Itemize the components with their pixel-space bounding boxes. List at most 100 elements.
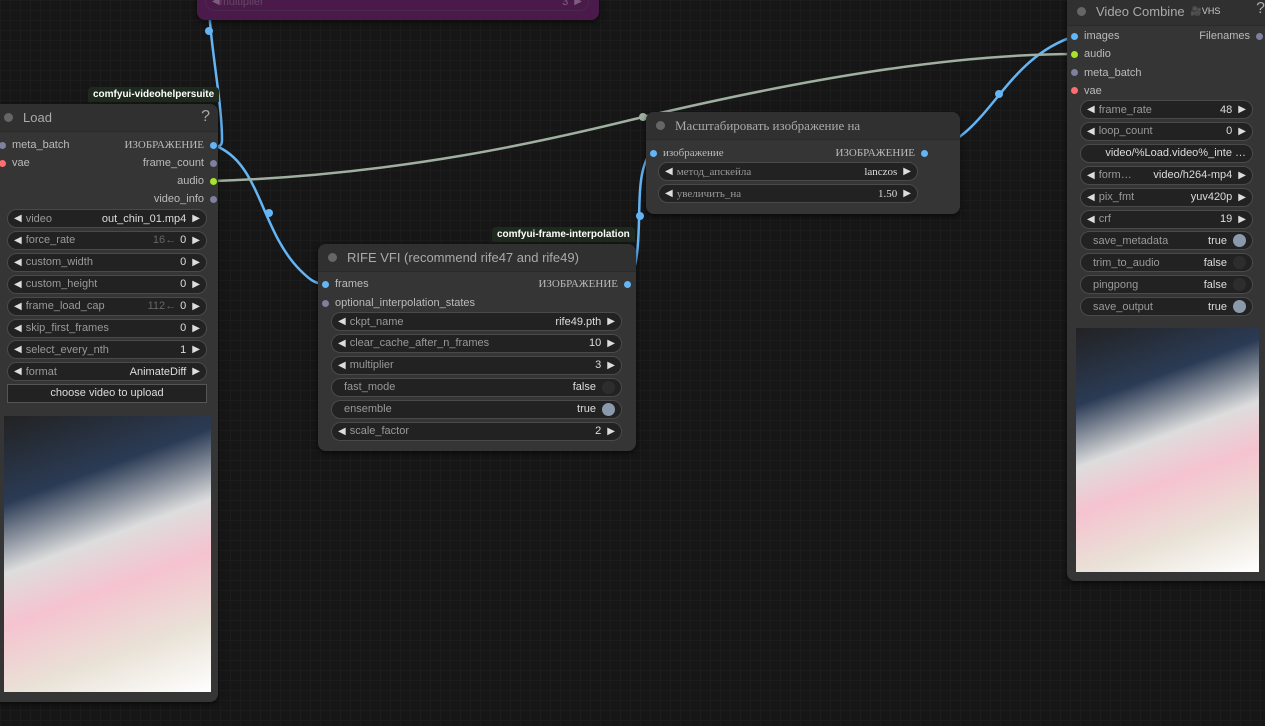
- widget-select_every_nth[interactable]: ◀ select_every_nth 1 ▶: [7, 340, 207, 360]
- increment-arrow-icon[interactable]: ▶: [192, 235, 200, 246]
- decrement-arrow-icon[interactable]: ◀: [14, 323, 22, 334]
- decrement-arrow-icon[interactable]: ◀: [14, 344, 22, 355]
- input-slot-vae[interactable]: vae: [1071, 82, 1102, 100]
- widget-pix_fmt[interactable]: ◀ pix_fmt yuv420p ▶: [1080, 187, 1253, 207]
- widget-pingpong[interactable]: pingpong false: [1080, 275, 1253, 295]
- slot-dot[interactable]: [210, 141, 217, 149]
- widget-clear_cache_after_n_frames[interactable]: ◀ clear_cache_after_n_frames 10 ▶: [331, 333, 622, 353]
- decrement-arrow-icon[interactable]: ◀: [1087, 170, 1095, 181]
- toggle-icon[interactable]: [602, 380, 615, 394]
- help-icon[interactable]: ?: [201, 108, 210, 126]
- increment-arrow-icon[interactable]: ▶: [1238, 126, 1246, 137]
- decrement-arrow-icon[interactable]: ◀: [1087, 192, 1095, 203]
- widget-custom_width[interactable]: ◀ custom_width 0 ▶: [7, 252, 207, 272]
- input-slot-изображение[interactable]: изображение: [650, 144, 724, 162]
- output-slot[interactable]: video_info: [154, 190, 217, 208]
- slot-dot[interactable]: [210, 159, 217, 167]
- widget-format[interactable]: ◀ format AnimateDiff ▶: [7, 362, 207, 382]
- output-slot[interactable]: audio: [177, 172, 217, 190]
- decrement-arrow-icon[interactable]: ◀: [14, 279, 22, 290]
- collapse-dot[interactable]: [4, 113, 13, 122]
- widget-save_metadata[interactable]: save_metadata true: [1080, 231, 1253, 251]
- slot-dot[interactable]: [322, 280, 329, 288]
- increment-arrow-icon[interactable]: ▶: [607, 426, 615, 437]
- widget-save_output[interactable]: save_output true: [1080, 297, 1253, 317]
- increment-arrow-icon[interactable]: ▶: [607, 360, 615, 371]
- output-slot[interactable]: ИЗОБРАЖЕНИЕ: [538, 275, 631, 293]
- slot-dot[interactable]: [921, 149, 928, 157]
- widget-ensemble[interactable]: ensemble true: [331, 399, 622, 419]
- toggle-icon[interactable]: [1233, 256, 1246, 270]
- slot-dot[interactable]: [0, 159, 6, 167]
- output-slot[interactable]: ИЗОБРАЖЕНИЕ: [835, 144, 928, 162]
- widget-ckpt_name[interactable]: ◀ ckpt_name rife49.pth ▶: [331, 312, 622, 331]
- output-slot[interactable]: frame_count: [143, 154, 217, 172]
- decrement-arrow-icon[interactable]: ◀: [338, 360, 346, 371]
- widget-crf[interactable]: ◀ crf 19 ▶: [1080, 209, 1253, 229]
- toggle-icon[interactable]: [1233, 234, 1246, 248]
- decrement-arrow-icon[interactable]: ◀: [1087, 126, 1095, 137]
- increment-arrow-icon[interactable]: ▶: [1238, 170, 1246, 181]
- decrement-arrow-icon[interactable]: ◀: [338, 338, 346, 349]
- decrement-arrow-icon[interactable]: ◀: [338, 316, 346, 327]
- increment-arrow-icon[interactable]: ▶: [1238, 192, 1246, 203]
- decrement-arrow-icon[interactable]: ◀: [665, 166, 673, 177]
- choose-video-upload-button[interactable]: choose video to upload: [7, 384, 207, 403]
- collapse-dot[interactable]: [328, 253, 337, 262]
- output-slot[interactable]: Filenames: [1199, 27, 1263, 45]
- input-slot-frames[interactable]: frames: [322, 275, 369, 293]
- input-slot-images[interactable]: images: [1071, 27, 1119, 45]
- output-slot[interactable]: ИЗОБРАЖЕНИЕ: [124, 136, 217, 154]
- input-slot-optional_interpolation_states[interactable]: optional_interpolation_states: [322, 294, 475, 312]
- widget-video[interactable]: ◀ video out_chin_01.mp4 ▶: [7, 209, 207, 228]
- widget-skip_first_frames[interactable]: ◀ skip_first_frames 0 ▶: [7, 318, 207, 338]
- widget-custom_height[interactable]: ◀ custom_height 0 ▶: [7, 274, 207, 294]
- toggle-icon[interactable]: [1233, 300, 1246, 314]
- slot-dot[interactable]: [1071, 32, 1078, 40]
- widget-loop_count[interactable]: ◀ loop_count 0 ▶: [1080, 121, 1253, 141]
- slot-dot[interactable]: [0, 141, 6, 149]
- input-slot-vae[interactable]: vae: [0, 154, 30, 172]
- help-icon[interactable]: ?: [1256, 0, 1265, 18]
- increment-arrow-icon[interactable]: ▶: [1238, 104, 1246, 115]
- increment-arrow-icon[interactable]: ▶: [192, 323, 200, 334]
- decrement-arrow-icon[interactable]: ◀: [14, 235, 22, 246]
- slot-dot[interactable]: [322, 299, 329, 307]
- decrement-arrow-icon[interactable]: ◀: [1087, 214, 1095, 225]
- multiplier-widget[interactable]: ◀ multiplier 3 ▶: [205, 0, 589, 11]
- slot-dot[interactable]: [1071, 87, 1078, 95]
- widget-_[interactable]: ◀ метод_апскейла lanczos ▶: [658, 162, 918, 181]
- input-slot-audio[interactable]: audio: [1071, 45, 1111, 63]
- increment-arrow-icon[interactable]: ▶: [903, 188, 911, 199]
- decrement-arrow-icon[interactable]: ◀: [14, 366, 22, 377]
- decrement-arrow-icon[interactable]: ◀: [338, 426, 346, 437]
- increment-arrow-icon[interactable]: ▶: [192, 213, 200, 224]
- toggle-icon[interactable]: [602, 402, 615, 416]
- widget-scale_factor[interactable]: ◀ scale_factor 2 ▶: [331, 421, 622, 441]
- decrement-arrow-icon[interactable]: ◀: [665, 188, 673, 199]
- decrement-arrow-icon[interactable]: ◀: [14, 213, 22, 224]
- collapse-dot[interactable]: [656, 121, 665, 130]
- widget-fast_mode[interactable]: fast_mode false: [331, 377, 622, 397]
- widget-multiplier[interactable]: ◀ multiplier 3 ▶: [331, 355, 622, 375]
- slot-dot[interactable]: [1071, 69, 1078, 77]
- increment-arrow-icon[interactable]: ▶: [607, 338, 615, 349]
- increment-arrow-icon[interactable]: ▶: [192, 366, 200, 377]
- collapse-dot[interactable]: [1077, 7, 1086, 16]
- increment-arrow-icon[interactable]: ▶: [192, 344, 200, 355]
- widget-frame_rate[interactable]: ◀ frame_rate 48 ▶: [1080, 100, 1253, 119]
- widget-form[interactable]: ◀ form… video/h264-mp4 ▶: [1080, 165, 1253, 185]
- decrement-arrow-icon[interactable]: ◀: [1087, 104, 1095, 115]
- widget-filename[interactable]: video/%Load.video%_inte …: [1080, 143, 1253, 163]
- increment-arrow-icon[interactable]: ▶: [192, 257, 200, 268]
- slot-dot[interactable]: [210, 195, 217, 203]
- widget-frame_load_cap[interactable]: ◀ frame_load_cap 112← 0 ▶: [7, 296, 207, 316]
- increment-arrow-icon[interactable]: ▶: [1238, 214, 1246, 225]
- input-slot-meta_batch[interactable]: meta_batch: [0, 136, 69, 154]
- purple-node[interactable]: ◀ multiplier 3 ▶: [197, 0, 599, 20]
- increment-arrow-icon[interactable]: ▶: [903, 166, 911, 177]
- slot-dot[interactable]: [1256, 32, 1263, 40]
- slot-dot[interactable]: [210, 177, 217, 185]
- toggle-icon[interactable]: [1233, 278, 1246, 292]
- slot-dot[interactable]: [650, 149, 657, 157]
